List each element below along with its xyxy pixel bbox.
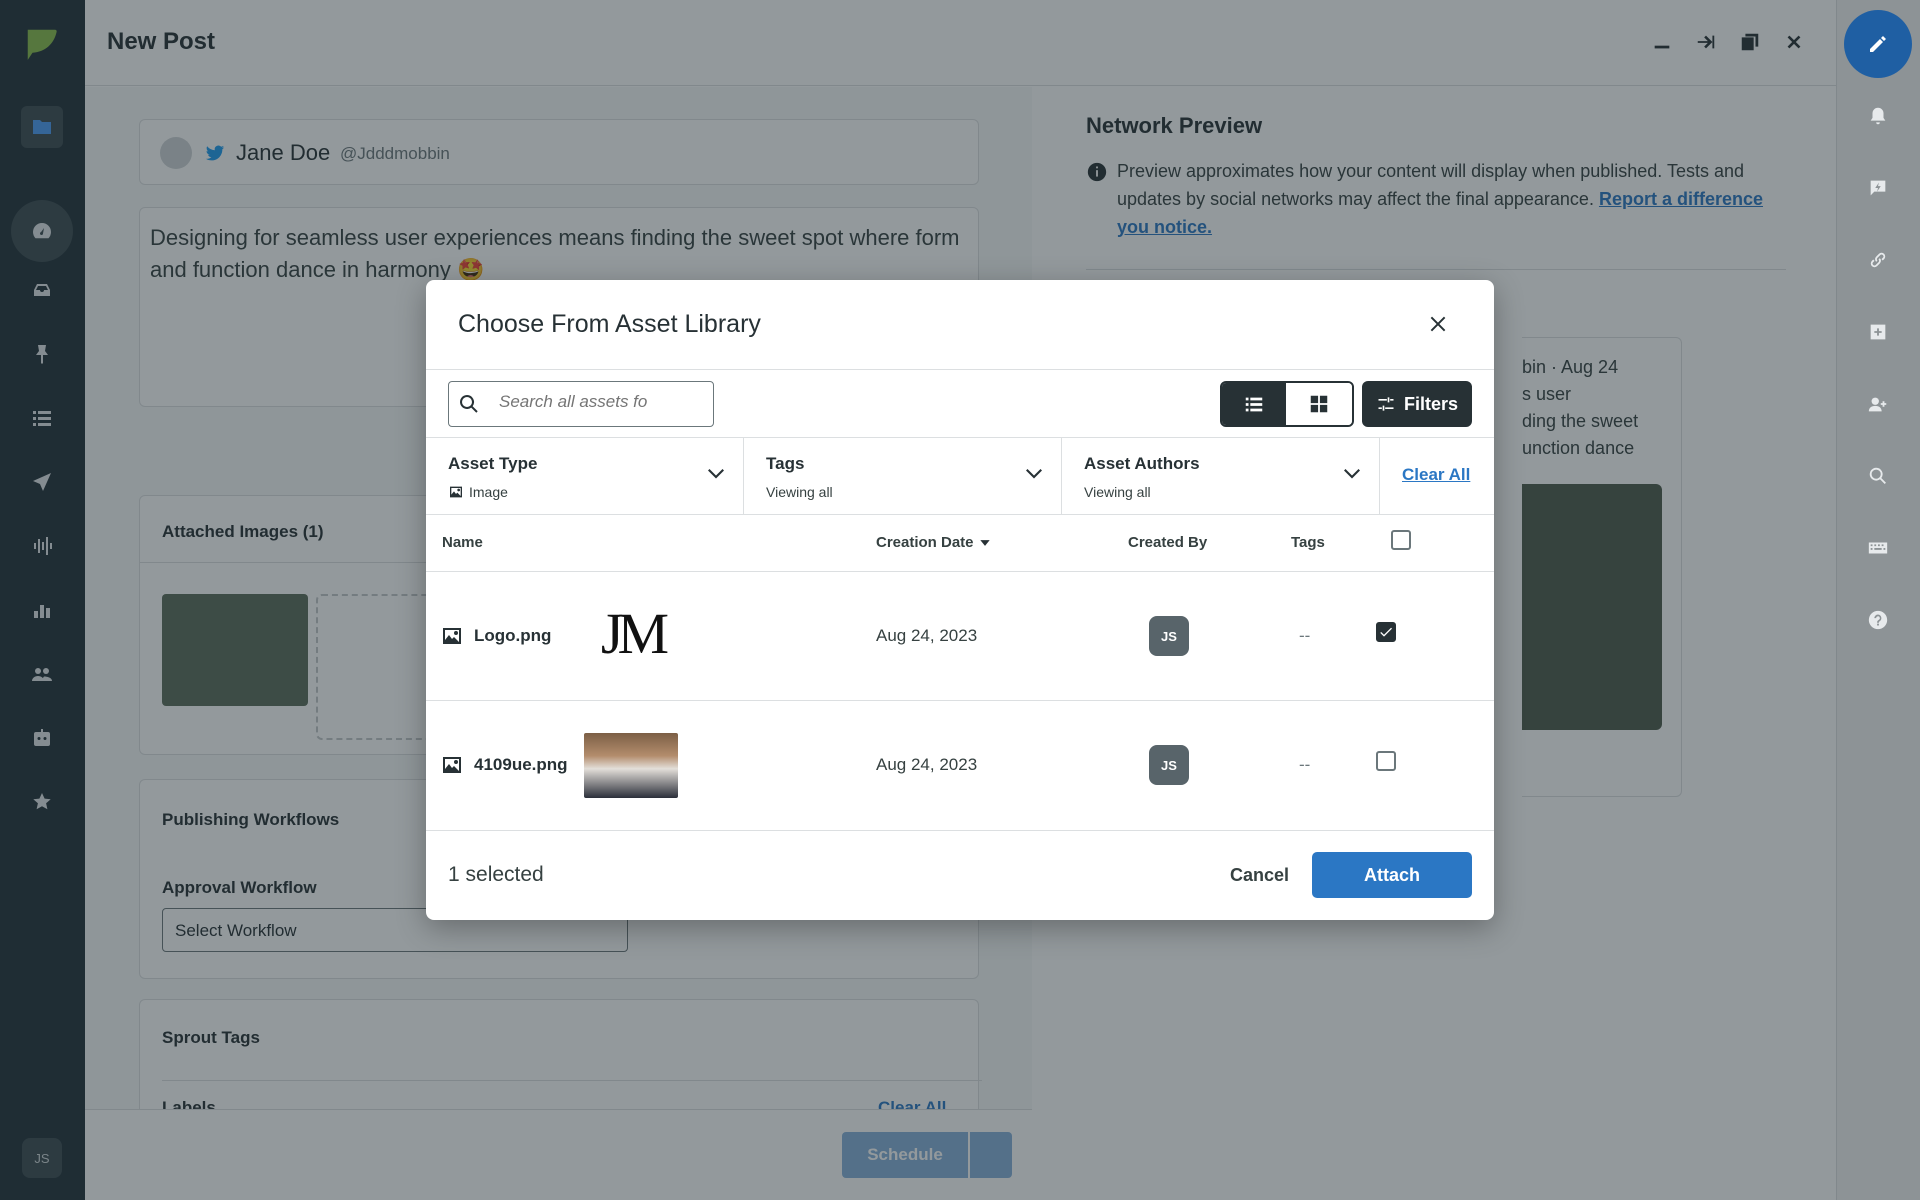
table-row[interactable]: Logo.png JM Aug 24, 2023 JS -- — [426, 572, 1494, 700]
row-checkbox[interactable] — [1376, 751, 1396, 771]
divider — [426, 514, 1494, 515]
select-all-checkbox[interactable] — [1391, 530, 1411, 550]
column-header-tags: Tags — [1291, 534, 1325, 551]
compose-icon[interactable] — [1844, 10, 1912, 78]
asset-type-label: Asset Type — [448, 454, 538, 473]
checkmark-icon — [1380, 627, 1392, 637]
cancel-button[interactable]: Cancel — [1230, 865, 1289, 886]
chevron-down-icon — [1026, 469, 1042, 479]
asset-authors-filter[interactable]: Asset Authors Viewing all — [1062, 438, 1380, 514]
author-avatar: JS — [1149, 616, 1189, 656]
asset-name: Logo.png — [474, 626, 552, 645]
tags-filter[interactable]: Tags Viewing all — [744, 438, 1062, 514]
column-header-name[interactable]: Name — [442, 534, 483, 551]
close-modal-icon[interactable] — [1424, 310, 1452, 338]
row-checkbox[interactable] — [1376, 622, 1396, 642]
asset-date: Aug 24, 2023 — [876, 626, 978, 645]
sort-desc-icon — [980, 540, 990, 546]
asset-type-value: Image — [469, 484, 508, 500]
asset-name: 4109ue.png — [474, 755, 568, 774]
clear-all-filters-link[interactable]: Clear All — [1402, 465, 1470, 485]
view-toggle — [1220, 381, 1354, 427]
chevron-down-icon — [1344, 469, 1360, 479]
author-avatar: JS — [1149, 745, 1189, 785]
image-icon — [443, 628, 461, 644]
asset-authors-value: Viewing all — [1084, 484, 1151, 500]
asset-search-box[interactable] — [448, 381, 714, 427]
asset-tags: -- — [1299, 626, 1311, 645]
attach-button[interactable]: Attach — [1312, 852, 1472, 898]
asset-authors-label: Asset Authors — [1084, 454, 1200, 473]
asset-library-modal: Choose From Asset Library Filters Asset … — [426, 280, 1494, 920]
filters-icon — [1378, 397, 1394, 411]
selected-count: 1 selected — [448, 863, 544, 886]
creation-date-label: Creation Date — [876, 534, 974, 551]
image-icon — [443, 757, 461, 773]
list-view-icon[interactable] — [1222, 383, 1286, 425]
asset-thumbnail-logo: JM — [600, 600, 669, 666]
asset-search-input[interactable] — [499, 392, 659, 412]
image-icon — [450, 486, 462, 498]
tags-filter-label: Tags — [766, 454, 805, 473]
asset-tags: -- — [1299, 755, 1311, 774]
column-header-created-by: Created By — [1128, 534, 1208, 551]
modal-title: Choose From Asset Library — [458, 310, 761, 338]
divider — [426, 369, 1494, 370]
filters-label: Filters — [1403, 393, 1459, 414]
divider — [426, 830, 1494, 831]
asset-type-filter[interactable]: Asset Type Image — [426, 438, 744, 514]
table-row[interactable]: 4109ue.png Aug 24, 2023 JS -- — [426, 701, 1494, 829]
search-icon — [460, 395, 478, 413]
column-header-creation-date[interactable]: Creation Date — [876, 534, 992, 551]
grid-view-icon[interactable] — [1286, 383, 1352, 425]
asset-date: Aug 24, 2023 — [876, 755, 978, 774]
chevron-down-icon — [708, 469, 724, 479]
filters-button[interactable]: Filters — [1362, 381, 1472, 427]
tags-filter-value: Viewing all — [766, 484, 833, 500]
asset-thumbnail-photo — [584, 733, 678, 798]
